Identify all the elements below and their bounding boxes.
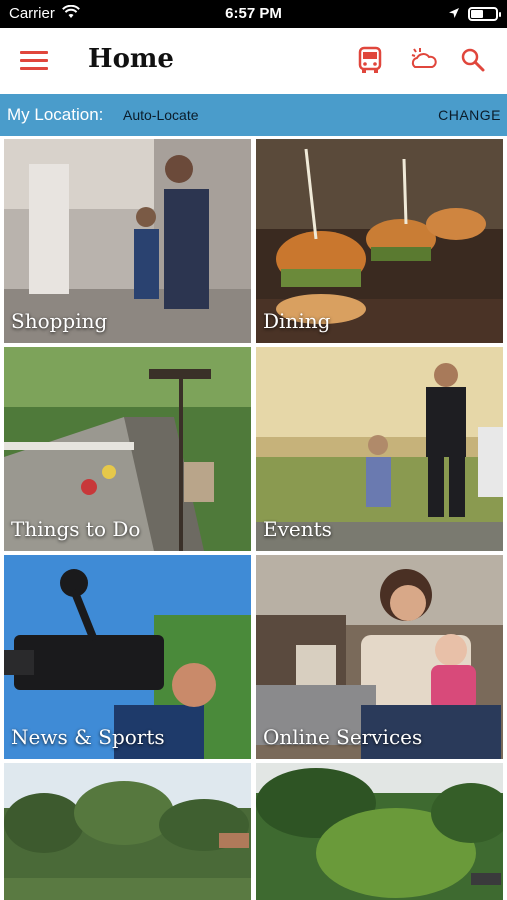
nature-image	[256, 763, 503, 900]
category-grid: Shopping Dining Things to Do Events News…	[0, 136, 507, 900]
location-arrow-icon	[448, 6, 460, 23]
tile-label: Dining	[263, 309, 331, 333]
location-label: My Location:	[7, 105, 104, 124]
bus-icon[interactable]	[355, 45, 385, 75]
tile-dining[interactable]: Dining	[256, 139, 503, 343]
search-icon[interactable]	[458, 45, 488, 75]
tile-label: Things to Do	[11, 517, 141, 541]
clock: 6:57 PM	[225, 5, 282, 22]
tile-label: Shopping	[11, 309, 108, 333]
tile-nature[interactable]	[256, 763, 503, 900]
weather-icon[interactable]	[408, 45, 438, 75]
tile-label: Online Services	[263, 725, 423, 749]
tile-events[interactable]: Events	[256, 347, 503, 551]
status-bar: Carrier 6:57 PM	[0, 0, 507, 28]
tile-online-services[interactable]: Online Services	[256, 555, 503, 759]
tile-news-sports[interactable]: News & Sports	[4, 555, 251, 759]
tile-shopping[interactable]: Shopping	[4, 139, 251, 343]
tile-things-to-do[interactable]: Things to Do	[4, 347, 251, 551]
tile-parks[interactable]	[4, 763, 251, 900]
tile-label: News & Sports	[11, 725, 165, 749]
menu-icon[interactable]	[20, 50, 50, 72]
page-title: Home	[88, 44, 174, 74]
parks-image	[4, 763, 251, 900]
battery-icon	[468, 7, 501, 21]
app-header: Home	[0, 28, 507, 94]
location-value[interactable]: Auto-Locate	[123, 107, 199, 123]
tile-label: Events	[263, 517, 332, 541]
location-bar: My Location: Auto-Locate CHANGE	[0, 94, 507, 136]
change-location-button[interactable]: CHANGE	[438, 107, 501, 123]
